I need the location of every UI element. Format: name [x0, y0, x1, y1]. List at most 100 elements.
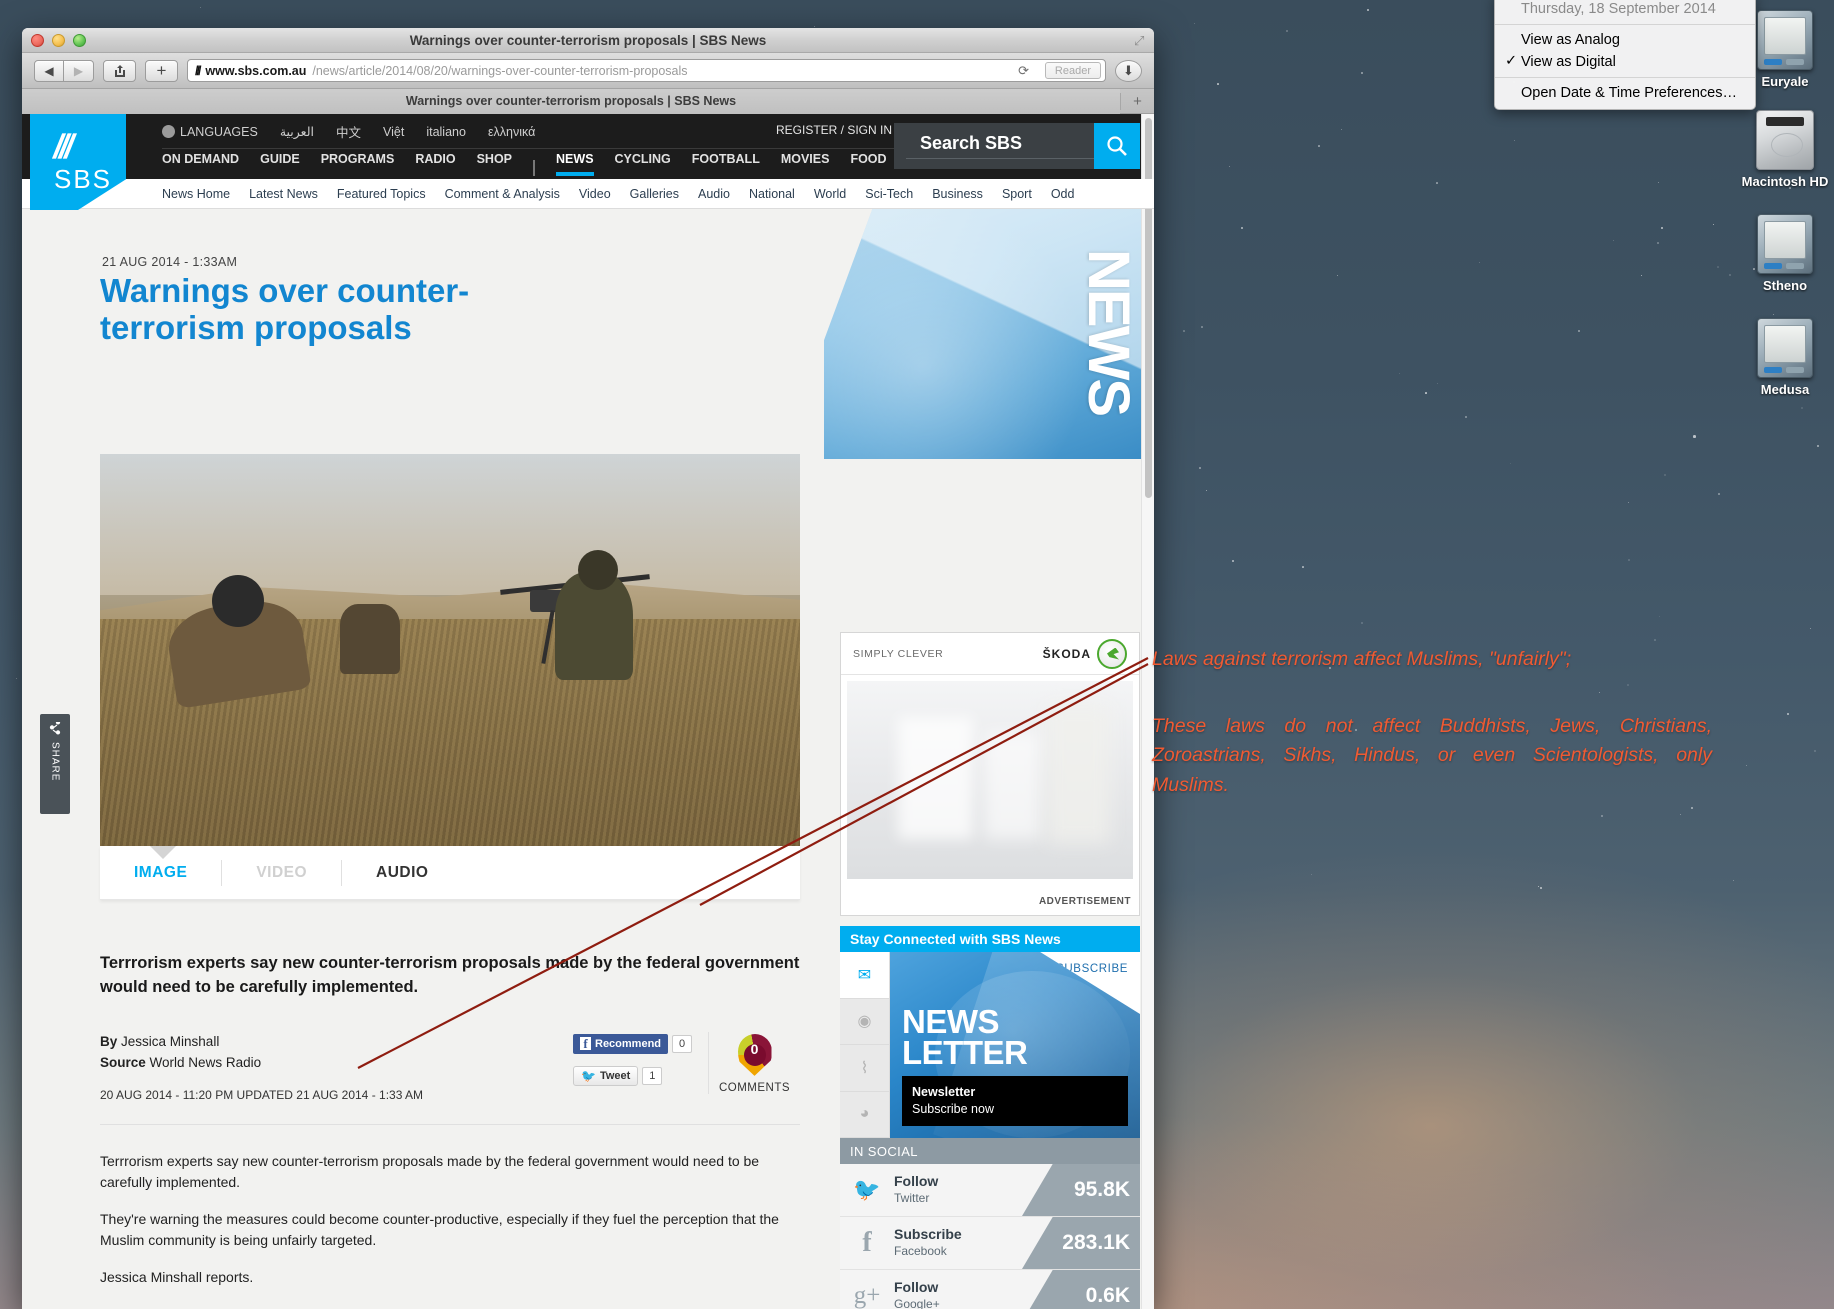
podcast-icon[interactable]: ◉ — [840, 999, 889, 1045]
add-bookmark-button[interactable]: + — [145, 59, 178, 82]
nav-food[interactable]: FOOD — [850, 152, 886, 176]
nav-movies[interactable]: MOVIES — [781, 152, 830, 176]
reload-icon[interactable]: ⟳ — [1018, 63, 1029, 79]
article-photo[interactable] — [100, 454, 800, 846]
language-arabic[interactable]: العربية — [280, 124, 314, 139]
promo-panel[interactable]: SUBSCRIBE NEWS LETTER Newsletter Subscri… — [890, 952, 1140, 1138]
envelope-icon[interactable]: ✉ — [840, 952, 889, 999]
minimize-button[interactable] — [52, 34, 65, 47]
social-row-twitter[interactable]: 🐦 Follow Twitter 95.8K — [840, 1164, 1140, 1217]
menu-item-view-as-analog[interactable]: View as Analog — [1495, 29, 1755, 51]
scrollbar-thumb[interactable] — [1145, 118, 1152, 498]
subnav-audio[interactable]: Audio — [698, 187, 730, 201]
language-vietnamese[interactable]: Việt — [383, 125, 404, 139]
subnav-business[interactable]: Business — [932, 187, 983, 201]
article-byline: By Jessica Minshall Source World News Ra… — [100, 1032, 573, 1104]
language-italian[interactable]: italiano — [426, 125, 466, 139]
newsletter-cta[interactable]: Newsletter Subscribe now — [902, 1076, 1128, 1126]
external-drive-icon — [1757, 318, 1813, 378]
window-titlebar[interactable]: Warnings over counter-terrorism proposal… — [22, 28, 1154, 53]
ad-creative[interactable] — [847, 681, 1133, 879]
zoom-button[interactable] — [73, 34, 86, 47]
facebook-recommend-group[interactable]: f Recommend 0 — [573, 1033, 708, 1054]
annotation-text-2: These laws do not affect Buddhists, Jews… — [1152, 715, 1712, 796]
subnav-sport[interactable]: Sport — [1002, 187, 1032, 201]
desktop-icon-macintosh-hd[interactable]: Macintosh HD — [1730, 110, 1834, 189]
tab-audio[interactable]: AUDIO — [342, 864, 462, 882]
page-sidebar: SIMPLY CLEVER ŠKODA ADVERTISEMENT Stay C… — [840, 632, 1140, 1309]
reader-button[interactable]: Reader — [1044, 62, 1101, 79]
subnav-latest-news[interactable]: Latest News — [249, 187, 318, 201]
nav-radio[interactable]: RADIO — [415, 152, 455, 176]
newsletter-promo[interactable]: ✉ ◉ ⌇ ◕ SUBSCRIBE NEWS LETTER Newsletter… — [840, 952, 1140, 1138]
search-container[interactable]: Search SBS — [894, 123, 1140, 169]
desktop-icon-stheno[interactable]: Stheno — [1730, 214, 1834, 293]
nav-on-demand[interactable]: ON DEMAND — [162, 152, 239, 176]
tab-active[interactable]: Warnings over counter-terrorism proposal… — [22, 88, 1120, 114]
tweet-label: Tweet — [599, 1069, 631, 1082]
media-tabs[interactable]: IMAGE VIDEO AUDIO — [100, 846, 800, 900]
subnav-galleries[interactable]: Galleries — [630, 187, 679, 201]
promo-channel-rail[interactable]: ✉ ◉ ⌇ ◕ — [840, 952, 890, 1138]
language-chinese[interactable]: 中文 — [336, 122, 361, 141]
menu-item-date-time-preferences[interactable]: Open Date & Time Preferences… — [1495, 82, 1755, 104]
browser-toolbar[interactable]: ◀ ▶ + /// www.sbs.com.au/news/article/20… — [22, 53, 1154, 89]
photo-figure-head — [578, 550, 618, 590]
back-button[interactable]: ◀ — [34, 59, 64, 82]
tab-image[interactable]: IMAGE — [100, 864, 221, 882]
sbs-main-nav[interactable]: ON DEMAND GUIDE PROGRAMS RADIO SHOP NEWS… — [162, 152, 1012, 176]
article-social-buttons[interactable]: f Recommend 0 🐦 Tweet 1 — [573, 1032, 708, 1086]
rss-icon[interactable]: ⌇ — [840, 1045, 889, 1092]
subnav-sci-tech[interactable]: Sci-Tech — [865, 187, 913, 201]
share-button[interactable] — [103, 59, 136, 82]
safari-window[interactable]: Warnings over counter-terrorism proposal… — [22, 28, 1154, 1309]
search-input[interactable]: Search SBS — [906, 133, 1094, 159]
forward-button[interactable]: ▶ — [64, 59, 94, 82]
nav-shop[interactable]: SHOP — [477, 152, 512, 176]
nav-cycling[interactable]: CYCLING — [615, 152, 671, 176]
social-row-googleplus[interactable]: g+ Follow Google+ 0.6K — [840, 1270, 1140, 1309]
share-rail[interactable]: SHARE — [40, 714, 70, 814]
languages-menu[interactable]: LANGUAGES — [162, 124, 258, 139]
tab-bar[interactable]: Warnings over counter-terrorism proposal… — [22, 88, 1154, 114]
advertisement-box[interactable]: SIMPLY CLEVER ŠKODA ADVERTISEMENT — [840, 632, 1140, 916]
hard-disk-icon — [1756, 110, 1814, 170]
address-bar[interactable]: /// www.sbs.com.au/news/article/2014/08/… — [187, 59, 1106, 82]
subnav-national[interactable]: National — [749, 187, 795, 201]
social-network: Facebook — [894, 1243, 947, 1258]
navigation-buttons[interactable]: ◀ ▶ — [34, 59, 94, 82]
nav-football[interactable]: FOOTBALL — [692, 152, 760, 176]
search-button[interactable] — [1094, 123, 1140, 169]
resize-handle-icon[interactable]: ⤢ — [1134, 33, 1148, 48]
desktop-icon-medusa[interactable]: Medusa — [1730, 318, 1834, 397]
downloads-button[interactable]: ⬇ — [1115, 59, 1142, 82]
subnav-comment-analysis[interactable]: Comment & Analysis — [445, 187, 560, 201]
page-viewport[interactable]: /// SBS LANGUAGES العربية 中文 Việt italia… — [22, 114, 1154, 1309]
subnav-world[interactable]: World — [814, 187, 846, 201]
subnav-news-home[interactable]: News Home — [162, 187, 230, 201]
skoda-logo-icon — [1097, 638, 1127, 669]
subnav-video[interactable]: Video — [579, 187, 611, 201]
register-signin-link[interactable]: REGISTER / SIGN IN — [776, 123, 892, 137]
menu-item-view-as-digital[interactable]: ✓ View as Digital — [1495, 51, 1755, 73]
subnav-odd[interactable]: Odd — [1051, 187, 1075, 201]
external-drive-icon — [1757, 10, 1813, 70]
news-sub-nav[interactable]: News Home Latest News Featured Topics Co… — [22, 179, 1154, 209]
tweet-button[interactable]: 🐦 Tweet — [573, 1065, 639, 1086]
new-tab-button[interactable]: + — [1120, 92, 1154, 110]
nav-news[interactable]: NEWS — [556, 152, 594, 176]
nav-programs[interactable]: PROGRAMS — [321, 152, 395, 176]
close-button[interactable] — [31, 34, 44, 47]
clock-menu[interactable]: Thursday, 18 September 2014 View as Anal… — [1494, 0, 1756, 110]
social-row-facebook[interactable]: f Subscribe Facebook 283.1K — [840, 1217, 1140, 1270]
cta-subtitle: Subscribe now — [912, 1102, 994, 1117]
facebook-recommend-button[interactable]: f Recommend — [573, 1033, 669, 1054]
subnav-featured-topics[interactable]: Featured Topics — [337, 187, 426, 201]
clock-icon[interactable]: ◕ — [840, 1092, 889, 1138]
comments-block[interactable]: 0 COMMENTS — [708, 1031, 800, 1094]
language-greek[interactable]: ελληνικά — [488, 125, 535, 139]
twitter-tweet-group[interactable]: 🐦 Tweet 1 — [573, 1065, 708, 1086]
window-controls[interactable] — [31, 34, 86, 47]
nav-guide[interactable]: GUIDE — [260, 152, 300, 176]
in-social-header: IN SOCIAL — [840, 1138, 1140, 1164]
